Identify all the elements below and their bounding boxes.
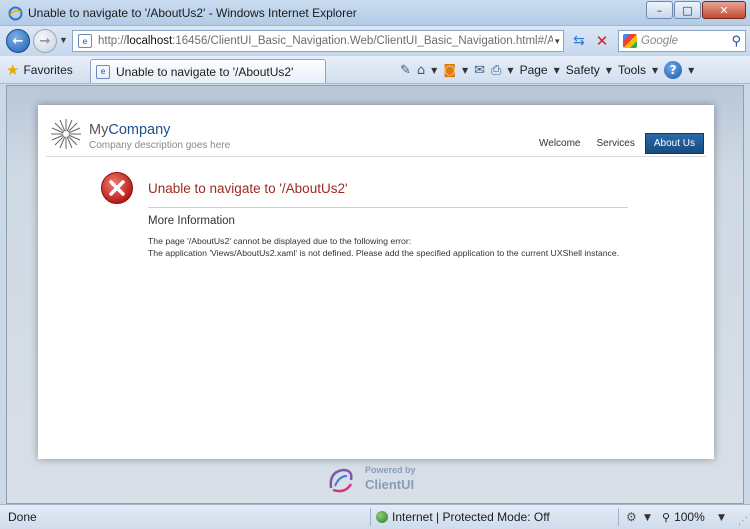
command-buttons: ✎ ⌂ ▼ ◙ ▼ ✉ ⎙ ▼ Page ▼ Safety ▼ Tools ▼ …	[400, 60, 694, 80]
clientui-swirl-icon	[329, 468, 353, 493]
forward-arrow-icon: →	[39, 33, 51, 49]
nav-welcome[interactable]: Welcome	[531, 133, 589, 154]
zoom-control[interactable]: ⚲ 100%	[662, 510, 705, 524]
error-message: The page '/AboutUs2' cannot be displayed…	[148, 236, 658, 259]
help-icon[interactable]: ?	[664, 61, 683, 79]
settings-dropdown-icon[interactable]: ▼	[644, 513, 651, 523]
page-menu[interactable]: Page	[520, 63, 548, 77]
protected-mode-icon[interactable]: ⚙	[626, 510, 637, 524]
print-icon[interactable]: ⎙	[491, 63, 501, 78]
tab-label: Unable to navigate to '/AboutUs2'	[116, 64, 294, 79]
maximize-icon: □	[682, 3, 693, 17]
brand-name: MyCompany	[89, 122, 171, 138]
google-icon	[623, 34, 637, 48]
zoom-dropdown-icon[interactable]: ▼	[718, 513, 725, 523]
close-button[interactable]: ✕	[702, 1, 746, 19]
internet-globe-icon	[376, 511, 388, 523]
tab-page-icon: e	[96, 64, 110, 79]
search-input[interactable]: Google	[641, 35, 731, 47]
error-title: Unable to navigate to '/AboutUs2'	[148, 181, 348, 196]
clientui-label: ClientUI	[365, 477, 415, 492]
address-field[interactable]: e http://localhost:16456/ClientUI_Basic_…	[72, 30, 564, 52]
forward-button[interactable]: →	[33, 29, 57, 53]
close-icon: ✕	[719, 3, 729, 17]
help-dropdown-icon[interactable]: ▼	[688, 66, 694, 75]
minimize-button[interactable]: –	[646, 1, 673, 19]
back-button[interactable]: ←	[6, 29, 30, 53]
safety-dropdown-icon[interactable]: ▼	[606, 66, 612, 75]
back-arrow-icon: ←	[12, 33, 24, 49]
maximize-button[interactable]: □	[674, 1, 701, 19]
nav-about-us[interactable]: About Us	[644, 133, 704, 154]
search-icon[interactable]: ⚲	[731, 34, 741, 49]
nav-services[interactable]: Services	[589, 133, 643, 154]
error-divider	[148, 207, 628, 208]
window-title: Unable to navigate to '/AboutUs2' - Wind…	[28, 6, 357, 20]
address-toolbar: ← → ▼ e http://localhost:16456/ClientUI_…	[0, 26, 750, 56]
error-icon	[101, 172, 133, 204]
brand-tagline: Company description goes here	[89, 140, 231, 151]
zoom-level: 100%	[674, 510, 705, 524]
site-nav: Welcome Services About Us	[531, 133, 704, 154]
search-box[interactable]: Google ⚲	[618, 30, 746, 52]
resize-grip-icon[interactable]: ⋰	[738, 516, 748, 527]
error-message-line2: The application 'Views/AboutUs2.xaml' is…	[148, 247, 620, 258]
refresh-icon: ⇆	[573, 33, 585, 49]
zone-text: Internet | Protected Mode: Off	[392, 510, 550, 524]
feeds-dropdown-icon[interactable]: ▼	[462, 66, 468, 75]
browser-tab[interactable]: e Unable to navigate to '/AboutUs2'	[90, 59, 326, 83]
page-dropdown-icon[interactable]: ▼	[554, 66, 560, 75]
tools-menu[interactable]: Tools	[618, 63, 646, 77]
company-logo-icon	[51, 119, 81, 149]
recent-pages-dropdown-icon[interactable]: ▼	[59, 35, 68, 45]
status-text: Done	[8, 510, 37, 524]
powered-by-logo: Powered by ClientUI	[325, 462, 435, 496]
page-card: MyCompany Company description goes here …	[38, 105, 714, 459]
command-bar: ★ Favorites e Unable to navigate to '/Ab…	[0, 56, 750, 84]
favorites-label: Favorites	[23, 63, 73, 77]
minimize-icon: –	[656, 3, 663, 17]
ie-icon	[8, 6, 23, 21]
more-information-heading: More Information	[148, 215, 235, 227]
mail-icon[interactable]: ✉	[474, 63, 485, 78]
home-dropdown-icon[interactable]: ▼	[431, 66, 437, 75]
window-controls: – □ ✕	[646, 1, 746, 19]
safety-menu[interactable]: Safety	[566, 63, 600, 77]
address-dropdown-icon[interactable]: ▾	[555, 36, 560, 47]
feeds-icon[interactable]: ◙	[443, 63, 456, 78]
print-dropdown-icon[interactable]: ▼	[507, 66, 513, 75]
url-text[interactable]: http://localhost:16456/ClientUI_Basic_Na…	[98, 35, 553, 47]
favorites-star-icon: ★	[6, 61, 20, 79]
powered-by-label: Powered by	[365, 465, 416, 475]
stop-icon: ✕	[595, 32, 609, 50]
status-separator	[370, 508, 371, 526]
title-bar: Unable to navigate to '/AboutUs2' - Wind…	[0, 0, 750, 26]
refresh-button[interactable]: ⇆	[569, 31, 589, 51]
home-icon[interactable]: ⌂	[417, 63, 425, 78]
zoom-icon: ⚲	[662, 510, 671, 524]
browser-viewport: MyCompany Company description goes here …	[6, 85, 744, 504]
status-separator	[618, 508, 619, 526]
page-icon: e	[78, 34, 92, 48]
stop-button[interactable]: ✕	[592, 31, 612, 51]
header-divider	[46, 156, 706, 157]
pen-icon[interactable]: ✎	[400, 63, 411, 78]
error-message-line1: The page '/AboutUs2' cannot be displayed…	[148, 236, 412, 246]
security-zone[interactable]: Internet | Protected Mode: Off	[376, 510, 550, 524]
favorites-button[interactable]: ★ Favorites	[6, 60, 73, 80]
tools-dropdown-icon[interactable]: ▼	[652, 66, 658, 75]
status-bar: Done Internet | Protected Mode: Off ⚙ ▼ …	[0, 504, 750, 529]
